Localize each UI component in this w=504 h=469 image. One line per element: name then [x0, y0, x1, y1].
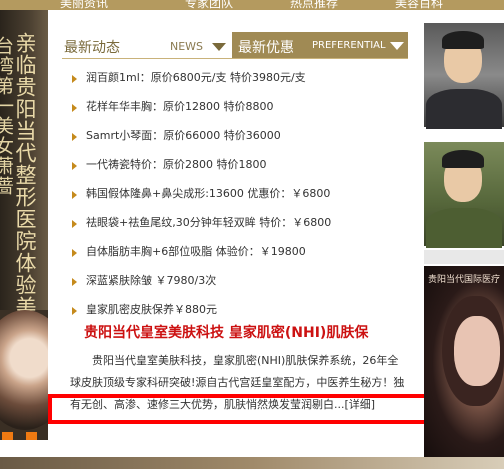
list-item[interactable]: 一代祷瓷特价：原价2800 特价1800 [72, 155, 331, 184]
bullet-icon [72, 249, 77, 257]
bullet-icon [72, 133, 77, 141]
list-item[interactable]: 深蓝紧肤除皱 ￥7980/3次 [72, 271, 331, 300]
list-item-text[interactable]: 皇家肌密皮肤保养￥880元 [86, 303, 217, 316]
tab-news-title: 最新动态 [64, 40, 120, 56]
bullet-icon [72, 307, 77, 315]
banner-pager [0, 430, 48, 440]
list-item[interactable]: 润百颜1ml：原价6800元/支 特价3980元/支 [72, 68, 331, 97]
list-item[interactable]: 自体脂肪丰胸+6部位吸脂 体验价：￥19800 [72, 242, 331, 271]
bullet-icon [72, 191, 77, 199]
article-body: 贵阳当代皇室美肤科技，皇家肌密(NHI)肌肤保养系统，26年全球皮肤顶级专家科研… [70, 354, 405, 411]
doctor-photo[interactable] [424, 142, 504, 248]
tab-news[interactable]: 最新动态 NEWS [62, 32, 232, 58]
tab-bar: 最新动态 NEWS 最新优惠 PREFERENTIAL [62, 32, 408, 59]
top-nav: 美丽资讯 专家团队 热点推荐 美容百科 [0, 0, 504, 10]
promo-list: 润百颜1ml：原价6800元/支 特价3980元/支 花样年华丰胸：原价1280… [72, 68, 331, 329]
photo-shoulders [426, 89, 502, 129]
list-item-text[interactable]: 一代祷瓷特价：原价2800 特价1800 [86, 158, 266, 171]
bullet-icon [72, 220, 77, 228]
left-promo-banner[interactable]: 亲临贵阳当代整形医院体验美肤项目 台湾第一美女萧蔷 [0, 10, 48, 440]
top-nav-item[interactable]: 美容百科 [395, 0, 443, 10]
list-item-text[interactable]: 深蓝紧肤除皱 ￥7980/3次 [86, 274, 216, 287]
footer-strip [0, 457, 504, 469]
tab-preferential[interactable]: 最新优惠 PREFERENTIAL [232, 32, 408, 58]
photo-shoulders [426, 208, 502, 248]
banner-text-secondary: 台湾第一美女萧蔷 [0, 36, 14, 196]
pager-dot[interactable] [2, 432, 13, 440]
side-ad-image[interactable]: 贵阳当代国际医疗 [424, 266, 504, 459]
bullet-icon [72, 162, 77, 170]
list-item[interactable]: 祛眼袋+祛鱼尾纹,30分钟年轻双眸 特价：￥6800 [72, 213, 331, 242]
pager-dot[interactable] [26, 432, 37, 440]
list-item-text[interactable]: 润百颜1ml：原价6800元/支 特价3980元/支 [86, 71, 306, 84]
list-item[interactable]: 韩国假体隆鼻+鼻尖成形:13600 优惠价：￥6800 [72, 184, 331, 213]
top-nav-item[interactable]: 专家团队 [185, 0, 233, 10]
photo-hair [442, 150, 484, 168]
photo-hair [442, 31, 484, 49]
tab-preferential-label: PREFERENTIAL [312, 40, 386, 51]
banner-portrait-image [0, 310, 48, 430]
chevron-down-icon [212, 43, 226, 51]
list-item-text[interactable]: 自体脂肪丰胸+6部位吸脂 体验价：￥19800 [86, 245, 306, 258]
doctor-photo[interactable] [424, 23, 504, 129]
top-nav-item[interactable]: 美丽资讯 [60, 0, 108, 10]
list-item-text[interactable]: 韩国假体隆鼻+鼻尖成形:13600 优惠价：￥6800 [86, 187, 330, 200]
ad-face [454, 316, 500, 386]
top-nav-item[interactable]: 热点推荐 [290, 0, 338, 10]
article-headline[interactable]: 贵阳当代皇室美肤科技 皇家肌密(NHI)肌肤保 [84, 322, 368, 342]
list-item-text[interactable]: Samrt小琴面：原价66000 特价36000 [86, 129, 281, 142]
tab-preferential-title: 最新优惠 [238, 40, 294, 56]
right-sidebar: 贵阳当代国际医疗 [424, 10, 504, 469]
tab-news-label: NEWS [170, 40, 204, 53]
bullet-icon [72, 75, 77, 83]
chevron-down-icon [390, 42, 404, 50]
list-item[interactable]: 花样年华丰胸：原价12800 特价8800 [72, 97, 331, 126]
bullet-icon [72, 278, 77, 286]
list-item-text[interactable]: 祛眼袋+祛鱼尾纹,30分钟年轻双眸 特价：￥6800 [86, 216, 331, 229]
divider [424, 250, 504, 264]
list-item-text[interactable]: 花样年华丰胸：原价12800 特价8800 [86, 100, 273, 113]
bullet-icon [72, 104, 77, 112]
list-item[interactable]: Samrt小琴面：原价66000 特价36000 [72, 126, 331, 155]
news-panel: 最新动态 NEWS 最新优惠 PREFERENTIAL 润百颜1ml：原价680… [62, 32, 408, 442]
ad-caption: 贵阳当代国际医疗 [428, 275, 501, 285]
